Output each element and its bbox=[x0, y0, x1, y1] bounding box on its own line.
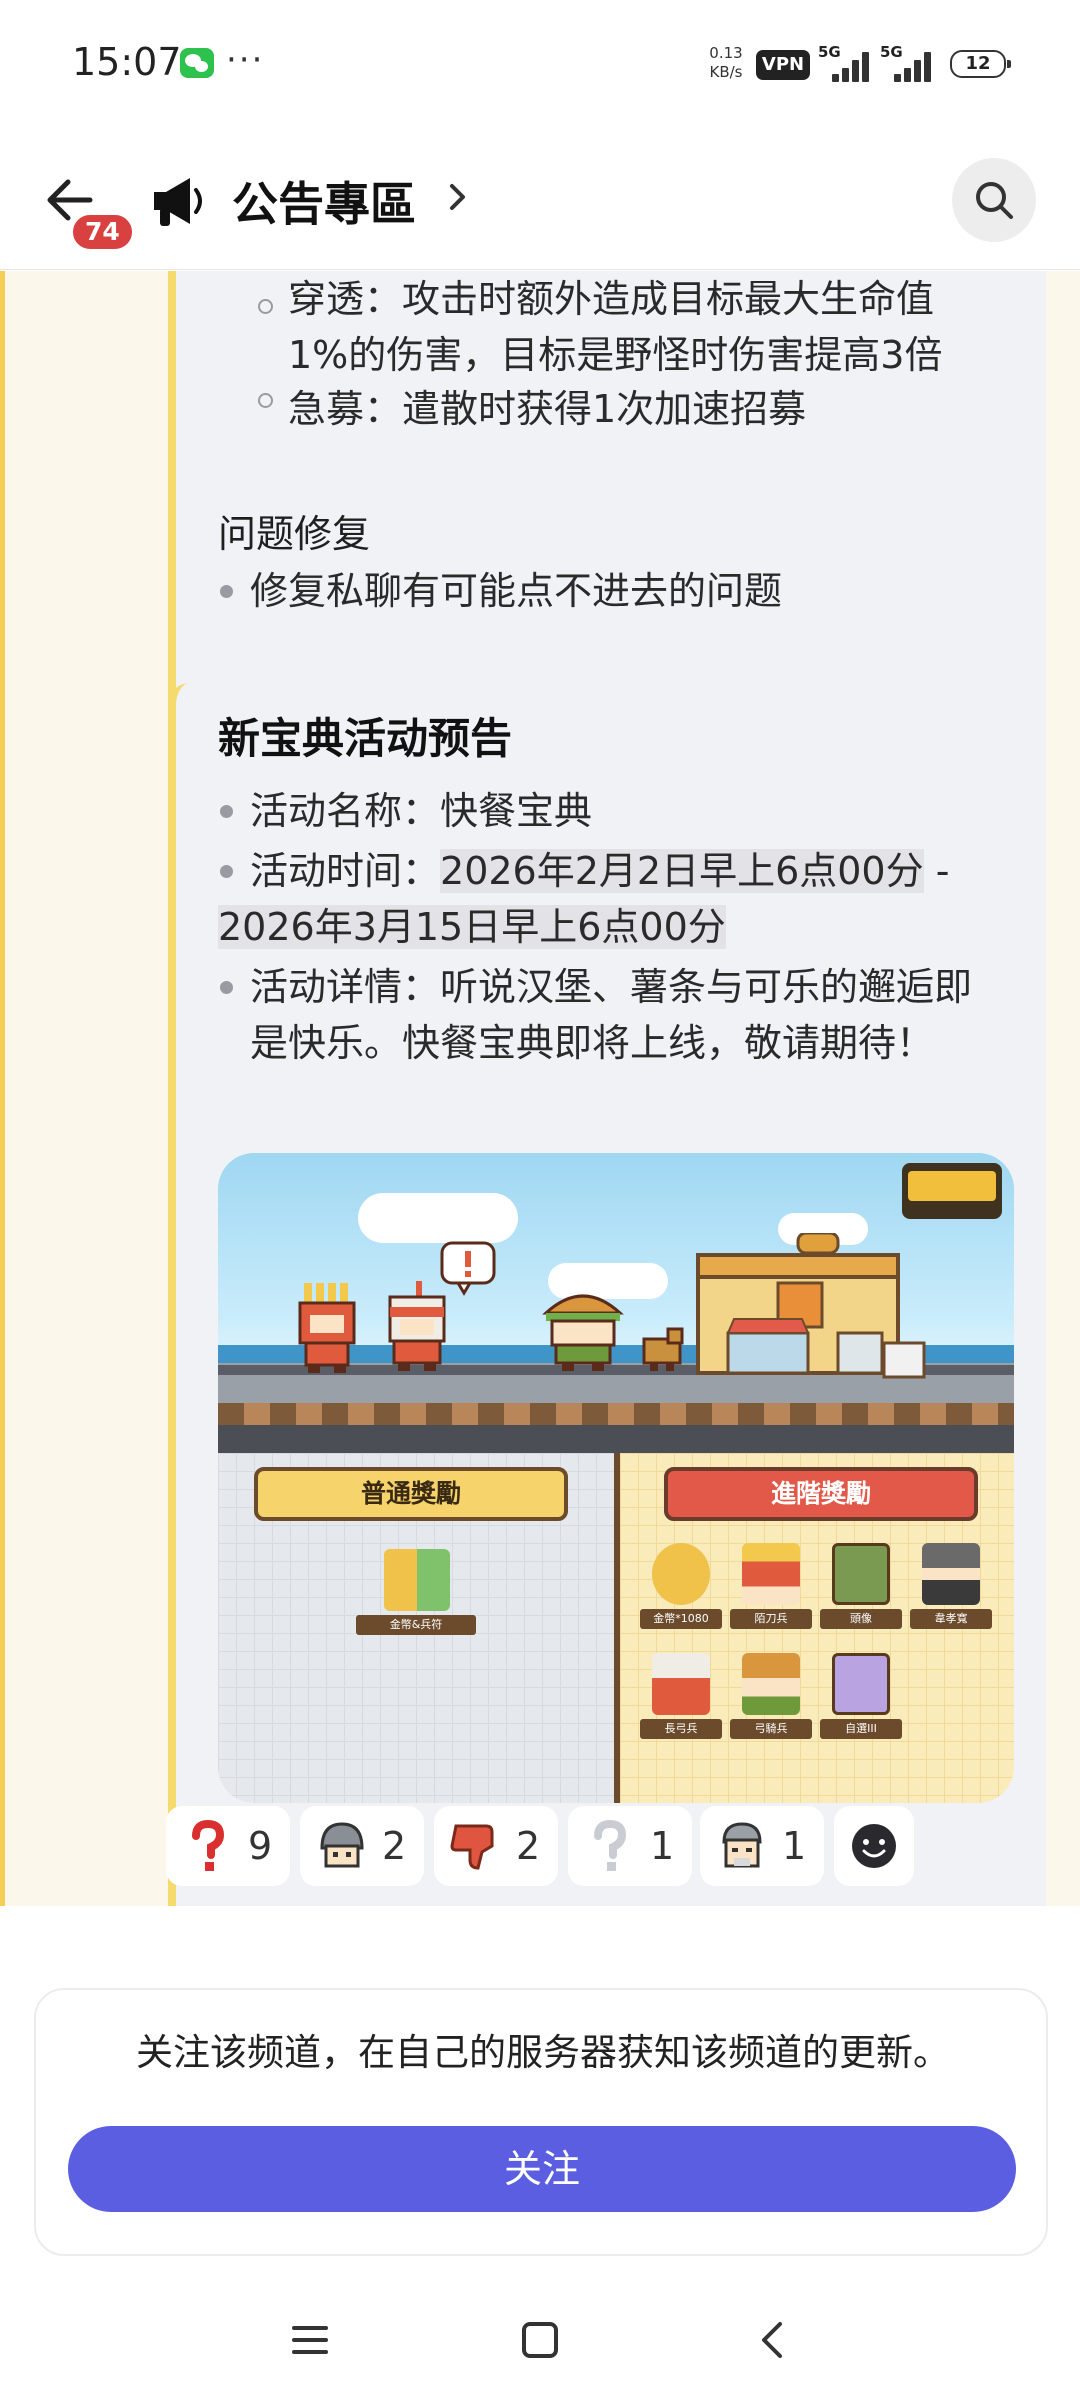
normal-reward-panel: 普通獎勵 金幣&兵符 bbox=[218, 1453, 614, 1803]
reaction-chip[interactable]: 9 bbox=[166, 1806, 290, 1886]
list-item-time: 活动时间：2026年2月2日早上6点00分 - bbox=[250, 849, 950, 893]
coin-and-token-icon bbox=[384, 1549, 450, 1611]
chicken-pet-icon bbox=[642, 1327, 684, 1371]
follow-channel-panel: 关注该频道，在自己的服务器获知该频道的更新。 关注 bbox=[34, 1988, 1048, 2256]
advanced-reward-header: 進階獎勵 bbox=[664, 1467, 978, 1521]
message-list[interactable]: 穿透：攻击时额外造成目标最大生命值 1%的伤害，目标是野怪时伤害提高3倍 急募：… bbox=[0, 271, 1080, 1906]
fastfood-shop-icon bbox=[696, 1233, 926, 1379]
announcement-card-event: 新宝典活动预告 活动名称：快餐宝典 活动时间：2026年2月2日早上6点00分 … bbox=[168, 683, 1046, 1906]
follow-button[interactable]: 关注 bbox=[68, 2126, 1016, 2212]
chevron-right-icon[interactable] bbox=[448, 182, 468, 212]
reactions-bar: 9 2 2 1 1 bbox=[166, 1806, 1066, 1890]
sub-bullet-icon bbox=[258, 299, 273, 314]
reaction-chip[interactable]: 2 bbox=[434, 1806, 558, 1886]
fries-character-icon bbox=[298, 1283, 356, 1373]
nav-back-button[interactable] bbox=[752, 2320, 792, 2360]
sub-item: 穿透：攻击时额外造成目标最大生命值 bbox=[288, 277, 935, 321]
normal-reward-header: 普通獎勵 bbox=[254, 1467, 568, 1521]
reaction-chip[interactable]: 1 bbox=[568, 1806, 692, 1886]
sub-item-continued: 1%的伤害，目标是野怪时伤害提高3倍 bbox=[288, 333, 943, 377]
reaction-chip[interactable]: 1 bbox=[700, 1806, 824, 1886]
sub-bullet-icon bbox=[258, 393, 273, 408]
event-banner-image[interactable]: 普通獎勵 金幣&兵符 進階獎勵 金幣*1080 陌刀兵 頭像 韋孝寬 長弓兵 弓… bbox=[218, 1153, 1014, 1803]
signal-icon-1: 5G bbox=[818, 43, 874, 82]
vpn-icon: VPN bbox=[756, 50, 810, 80]
cola-soldier-icon bbox=[652, 1653, 710, 1715]
bullet-icon bbox=[220, 805, 233, 818]
reaction-count: 9 bbox=[248, 1824, 273, 1868]
grey-question-icon bbox=[594, 1819, 627, 1871]
burger-character-icon bbox=[542, 1294, 624, 1371]
sub-item: 急募：遣散时获得1次加速招募 bbox=[288, 387, 807, 431]
channel-title[interactable]: 公告專區 bbox=[232, 168, 416, 234]
status-bar: 15:07 ··· 0.13 KB/s VPN 5G 5G 12 bbox=[0, 0, 1080, 130]
megaphone-icon bbox=[154, 178, 202, 226]
recent-apps-button[interactable] bbox=[290, 2320, 330, 2360]
thumbs-down-icon bbox=[450, 1824, 494, 1870]
signal-icon-2: 5G bbox=[880, 43, 936, 82]
list-item-detail: 活动详情：听说汉堡、薯条与可乐的邂逅即 bbox=[250, 965, 973, 1009]
reaction-count: 1 bbox=[782, 1824, 807, 1868]
advanced-reward-panel: 進階獎勵 金幣*1080 陌刀兵 頭像 韋孝寬 長弓兵 弓騎兵 自選III bbox=[614, 1453, 1014, 1803]
rooster-avatar-icon bbox=[832, 1543, 890, 1605]
add-emoji-icon bbox=[852, 1824, 896, 1868]
list-item-time-continued: 2026年3月15日早上6点00分 bbox=[218, 905, 726, 949]
list-item: 修复私聊有可能点不进去的问题 bbox=[250, 569, 783, 613]
gold-coin-icon bbox=[652, 1543, 710, 1605]
home-button[interactable] bbox=[522, 2322, 558, 2358]
search-button[interactable] bbox=[952, 158, 1036, 242]
burger-soldier-icon bbox=[742, 1653, 800, 1715]
status-time: 15:07 bbox=[72, 40, 182, 84]
red-question-icon bbox=[192, 1819, 225, 1871]
battery-icon: 12 bbox=[950, 50, 1011, 78]
fries-soldier-icon bbox=[742, 1543, 800, 1605]
list-item-detail-continued: 是快乐。快餐宝典即将上线，敬请期待！ bbox=[250, 1021, 935, 1065]
event-scene bbox=[218, 1153, 1014, 1453]
more-notifications-icon: ··· bbox=[226, 40, 265, 80]
add-reaction-button[interactable] bbox=[834, 1806, 914, 1886]
unread-badge: 74 bbox=[70, 212, 135, 252]
reaction-count: 2 bbox=[516, 1824, 541, 1868]
channel-header: 74 公告專區 bbox=[0, 130, 1080, 270]
list-item-name: 活动名称：快餐宝典 bbox=[250, 789, 593, 833]
reaction-chip[interactable]: 2 bbox=[300, 1806, 424, 1886]
wechat-notification-icon bbox=[180, 48, 214, 78]
old-man-avatar-icon bbox=[722, 1822, 762, 1868]
accent-strip bbox=[0, 271, 5, 1906]
game-logo-icon bbox=[902, 1163, 1002, 1219]
bullet-icon bbox=[220, 585, 233, 598]
bullet-icon bbox=[220, 981, 233, 994]
scroll-icon bbox=[832, 1653, 890, 1715]
card-title: 新宝典活动预告 bbox=[218, 714, 513, 763]
exclamation-bubble-icon bbox=[440, 1241, 496, 1296]
reaction-count: 1 bbox=[650, 1824, 675, 1868]
network-speed: 0.13 KB/s bbox=[709, 44, 743, 81]
general-character-icon bbox=[922, 1543, 980, 1605]
follow-description: 关注该频道，在自己的服务器获知该频道的更新。 bbox=[136, 2031, 950, 2074]
section-heading-fixes: 问题修复 bbox=[218, 512, 371, 556]
bullet-icon bbox=[220, 865, 233, 878]
search-icon bbox=[976, 182, 1013, 219]
reaction-count: 2 bbox=[382, 1824, 407, 1868]
system-nav-bar bbox=[0, 2290, 1080, 2400]
helmet-avatar-icon bbox=[320, 1822, 364, 1868]
